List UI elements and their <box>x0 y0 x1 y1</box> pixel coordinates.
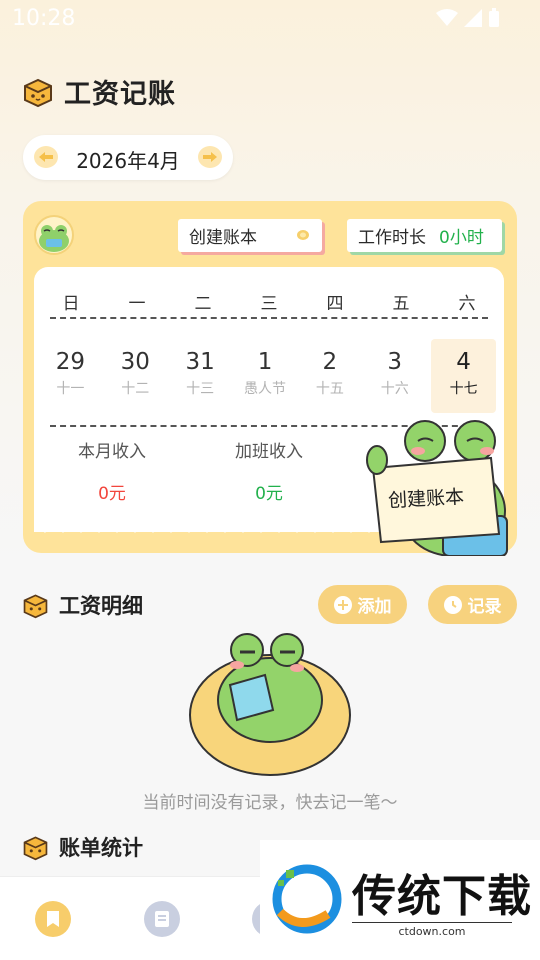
day-number: 4 <box>456 349 471 375</box>
weekday-label: 二 <box>194 294 212 314</box>
day-lunar: 十七 <box>449 381 478 397</box>
frog-reading-icon <box>189 633 351 776</box>
create-ledger-label: 创建账本 <box>189 228 257 248</box>
stats-section-title: 账单统计 <box>59 836 143 860</box>
divider <box>50 317 488 319</box>
watermark-url: ctdown.com <box>352 922 512 938</box>
status-time: 10:28 <box>12 6 76 31</box>
clock-icon <box>443 595 462 614</box>
day-lunar: 愚人节 <box>244 381 286 397</box>
next-month-button[interactable] <box>198 146 222 168</box>
status-bar: 10:28 <box>0 0 540 38</box>
weekday-label: 六 <box>458 294 476 314</box>
calendar-day[interactable]: 3 十六 <box>362 339 427 413</box>
calendar-day[interactable]: 30 十二 <box>103 339 168 413</box>
frog-face-icon <box>39 225 69 252</box>
calendar-day[interactable]: 2 十五 <box>297 339 362 413</box>
day-lunar: 十五 <box>315 381 344 397</box>
empty-state-illustration <box>185 620 355 780</box>
weekday-label: 五 <box>392 294 410 314</box>
box-logo-icon <box>23 835 48 860</box>
calendar-day[interactable]: 29 十一 <box>38 339 103 413</box>
overtime-income-label: 加班收入 <box>235 442 303 462</box>
month-income-value: 0元 <box>98 484 126 504</box>
box-logo-icon <box>24 78 52 107</box>
day-number: 29 <box>55 349 86 375</box>
frog-mascot-icon <box>366 420 508 557</box>
work-hours-chip[interactable]: 工作时长 0小时 <box>347 219 502 252</box>
weekday-label: 日 <box>62 294 80 314</box>
create-ledger-chip[interactable]: 创建账本 <box>178 219 322 252</box>
day-number: 30 <box>120 349 150 375</box>
watermark: 传统下载 ctdown.com <box>260 840 540 940</box>
weekday-row: 日 一 二 三 四 五 六 <box>38 289 500 314</box>
frog-avatar[interactable] <box>34 215 74 255</box>
day-number: 2 <box>322 349 338 375</box>
day-lunar: 十六 <box>380 381 409 397</box>
calendar-day-today[interactable]: 4 十七 <box>431 339 497 413</box>
battery-icon <box>489 8 499 27</box>
day-number: 3 <box>387 349 403 375</box>
weekday-label: 四 <box>326 294 344 314</box>
empty-state-text: 当前时间没有记录，快去记一笔～ <box>142 793 398 813</box>
app-header: 工资记账 <box>22 72 176 111</box>
day-number: 31 <box>185 349 215 375</box>
calendar-day[interactable]: 1 愚人节 <box>233 339 298 413</box>
day-number: 1 <box>257 349 273 375</box>
day-lunar: 十二 <box>121 381 150 397</box>
nav-home-icon[interactable] <box>35 901 71 937</box>
add-button[interactable]: 添加 <box>318 585 407 624</box>
signal-icon <box>464 9 482 27</box>
day-lunar: 十三 <box>186 381 215 397</box>
calendar-card: 创建账本 工作时长 0小时 日 一 二 三 四 五 六 29 十一 30 十二 <box>23 201 517 557</box>
nav-ledger-icon[interactable] <box>144 901 180 937</box>
record-button[interactable]: 记录 <box>428 585 517 624</box>
watermark-logo-icon <box>272 864 342 934</box>
plus-icon <box>333 595 352 614</box>
frog-create-ledger-button[interactable]: 创建账本 <box>363 406 513 557</box>
status-icons <box>436 8 500 28</box>
detail-section-header: 工资明细 <box>22 590 143 620</box>
frog-sign-label: 创建账本 <box>387 486 465 512</box>
add-button-label: 添加 <box>357 597 392 617</box>
overtime-income: 加班收入 0元 <box>209 437 329 504</box>
wifi-icon <box>436 9 458 26</box>
calendar-day[interactable]: 31 十三 <box>168 339 233 413</box>
month-income: 本月收入 0元 <box>52 437 172 504</box>
watermark-brand: 传统下载 <box>352 871 532 922</box>
record-button-label: 记录 <box>467 597 502 617</box>
stats-section-header: 账单统计 <box>22 832 143 862</box>
work-hours-value: 0小时 <box>439 228 484 248</box>
arrow-right-icon <box>203 152 217 162</box>
day-lunar: 十一 <box>56 381 85 397</box>
box-logo-icon <box>23 593 48 618</box>
month-income-label: 本月收入 <box>78 442 146 462</box>
work-hours-label: 工作时长 <box>358 228 426 248</box>
coin-icon <box>297 230 309 240</box>
day-row: 29 十一 30 十二 31 十三 1 愚人节 2 十五 3 十六 4 十七 <box>38 339 500 413</box>
detail-section-title: 工资明细 <box>59 594 143 618</box>
page-title: 工资记账 <box>64 79 176 110</box>
weekday-label: 一 <box>128 294 146 314</box>
month-selector: 2026年4月 <box>23 135 233 180</box>
weekday-label: 三 <box>260 294 278 314</box>
overtime-income-value: 0元 <box>255 484 283 504</box>
